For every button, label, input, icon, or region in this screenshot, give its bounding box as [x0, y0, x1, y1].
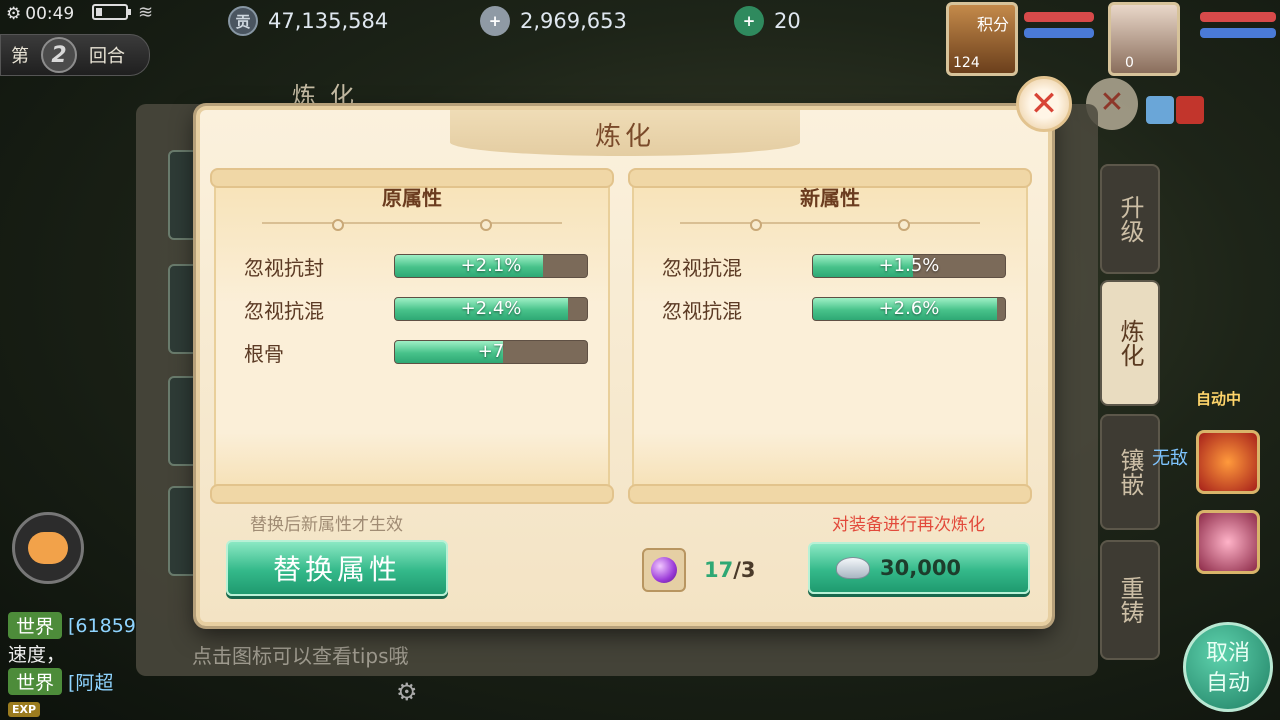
- dialog-title-band: 炼化: [450, 110, 800, 156]
- dialog-title: 炼化: [594, 122, 655, 152]
- currency-jade: + 20: [734, 6, 801, 36]
- skill-icon[interactable]: [1196, 510, 1260, 574]
- gear-icon[interactable]: ⚙: [396, 678, 418, 706]
- clock: ⚙ 00:49: [6, 4, 74, 24]
- attribute-bar: +1.5%: [812, 254, 1006, 278]
- tab-label: 升级: [1116, 195, 1144, 243]
- chat-bubble-icon: [28, 532, 68, 564]
- attribute-row: 根骨 +7: [244, 338, 588, 366]
- tab-refine[interactable]: 炼化: [1100, 280, 1160, 406]
- round-number: 2: [41, 37, 77, 73]
- chat-line: 世界 [61859: [8, 612, 136, 639]
- currency-value: 47,135,584: [268, 9, 389, 33]
- invincible-label: 无敌: [1152, 448, 1188, 469]
- attribute-value: +2.1%: [460, 255, 522, 276]
- replace-hint: 替换后新属性才生效: [250, 515, 403, 535]
- attribute-name: 忽视抗混: [662, 255, 742, 280]
- chat-text: [阿超: [68, 672, 114, 694]
- attribute-value: +2.6%: [878, 298, 940, 319]
- chat-button[interactable]: [12, 512, 84, 584]
- portrait-level: 124: [953, 55, 980, 71]
- silver-coin-icon[interactable]: +: [480, 6, 510, 36]
- divider: [680, 219, 980, 231]
- round-indicator: 第 2 回合: [0, 34, 150, 76]
- jade-coin-icon[interactable]: +: [734, 6, 764, 36]
- auto-status-label: 自动中: [1196, 390, 1242, 408]
- exp-label: EXP: [8, 702, 41, 717]
- refine-hint: 对装备进行再次炼化: [832, 515, 985, 535]
- currency-value: 2,969,653: [520, 9, 627, 33]
- attribute-value: +7: [477, 341, 505, 362]
- attribute-bar: +2.4%: [394, 297, 588, 321]
- battery-icon: [92, 4, 131, 20]
- portrait-label: 积分: [976, 15, 1009, 34]
- round-suffix: 回合: [89, 46, 125, 67]
- chat-channel: 世界: [8, 612, 63, 639]
- replace-attributes-button[interactable]: 替换属性: [226, 540, 448, 596]
- skill-icon[interactable]: [1196, 430, 1260, 494]
- tab-recast[interactable]: 重铸: [1100, 540, 1160, 660]
- panel-header: 新属性: [800, 186, 860, 210]
- chat-text: [61859: [68, 614, 136, 637]
- chat-text: 速度，: [8, 644, 66, 666]
- attribute-row: 忽视抗混 +1.5%: [662, 252, 1006, 280]
- chat-line: 世界 [阿超: [8, 668, 113, 695]
- material-owned: 17: [704, 558, 734, 582]
- pet-portrait[interactable]: 积分 124: [946, 2, 1018, 76]
- clock-time: 00:49: [25, 4, 75, 24]
- attribute-name: 根骨: [244, 341, 284, 366]
- tab-label: 镶嵌: [1116, 448, 1144, 496]
- new-attributes-panel: 新属性 忽视抗混 +1.5% 忽视抗混 +2.6%: [628, 168, 1032, 504]
- refine-again-button[interactable]: 30,000: [808, 542, 1030, 594]
- attribute-name: 忽视抗封: [244, 255, 324, 280]
- tab-inlay[interactable]: 镶嵌: [1100, 414, 1160, 530]
- panel-header: 原属性: [382, 186, 442, 210]
- cancel-auto-label: 取消自动: [1205, 641, 1250, 696]
- crystal-orb-icon: [651, 557, 677, 583]
- attribute-row: 忽视抗封 +2.1%: [244, 252, 588, 280]
- cancel-auto-button[interactable]: 取消自动: [1183, 622, 1273, 712]
- settings-icon: ⚙: [6, 4, 22, 24]
- original-attributes-panel: 原属性 忽视抗封 +2.1% 忽视抗混 +2.4% 根骨 +7: [210, 168, 614, 504]
- attribute-value: +1.5%: [878, 255, 940, 276]
- tips-text: 点击图标可以查看tips哦: [192, 644, 409, 668]
- wifi-icon: ≋: [138, 2, 154, 23]
- buff-icon[interactable]: [1146, 96, 1174, 124]
- pet-hp-bar: [1024, 12, 1094, 22]
- pet-mp-bar: [1024, 28, 1094, 38]
- chat-line: 速度，: [8, 640, 65, 667]
- currency-contribution: 贡 47,135,584: [228, 6, 388, 36]
- divider: [262, 219, 562, 231]
- refine-dialog: 炼化 原属性 忽视抗封 +2.1% 忽视抗混 +2.4% 根骨 +7 新属性 忽…: [196, 106, 1052, 626]
- currency-silver: + 2,969,653: [480, 6, 627, 36]
- attribute-name: 忽视抗混: [662, 298, 742, 323]
- attribute-row: 忽视抗混 +2.4%: [244, 295, 588, 323]
- player-mp-bar: [1200, 28, 1276, 38]
- material-need: /3: [733, 558, 756, 582]
- material-count: 17/3: [704, 558, 756, 582]
- tab-label: 炼化: [1116, 319, 1144, 367]
- player-hp-bar: [1200, 12, 1276, 22]
- refine-stone-icon[interactable]: [642, 548, 686, 592]
- buff-icon[interactable]: [1176, 96, 1204, 124]
- tab-label: 重铸: [1116, 576, 1144, 624]
- round-prefix: 第: [11, 46, 29, 67]
- portrait-level: 0: [1125, 55, 1134, 71]
- refine-cost: 30,000: [880, 556, 962, 580]
- contribution-icon: 贡: [228, 6, 258, 36]
- tab-upgrade[interactable]: 升级: [1100, 164, 1160, 274]
- currency-value: 20: [774, 9, 801, 33]
- silver-ingot-icon: [836, 557, 870, 579]
- player-portrait[interactable]: 0: [1108, 2, 1180, 76]
- attribute-value: +2.4%: [460, 298, 522, 319]
- close-icon: ✕: [1029, 84, 1059, 124]
- attribute-bar: +2.6%: [812, 297, 1006, 321]
- attribute-bar: +2.1%: [394, 254, 588, 278]
- attribute-name: 忽视抗混: [244, 298, 324, 323]
- attribute-row: 忽视抗混 +2.6%: [662, 295, 1006, 323]
- attribute-bar: +7: [394, 340, 588, 364]
- close-button[interactable]: ✕: [1016, 76, 1072, 132]
- chat-channel: 世界: [8, 668, 63, 695]
